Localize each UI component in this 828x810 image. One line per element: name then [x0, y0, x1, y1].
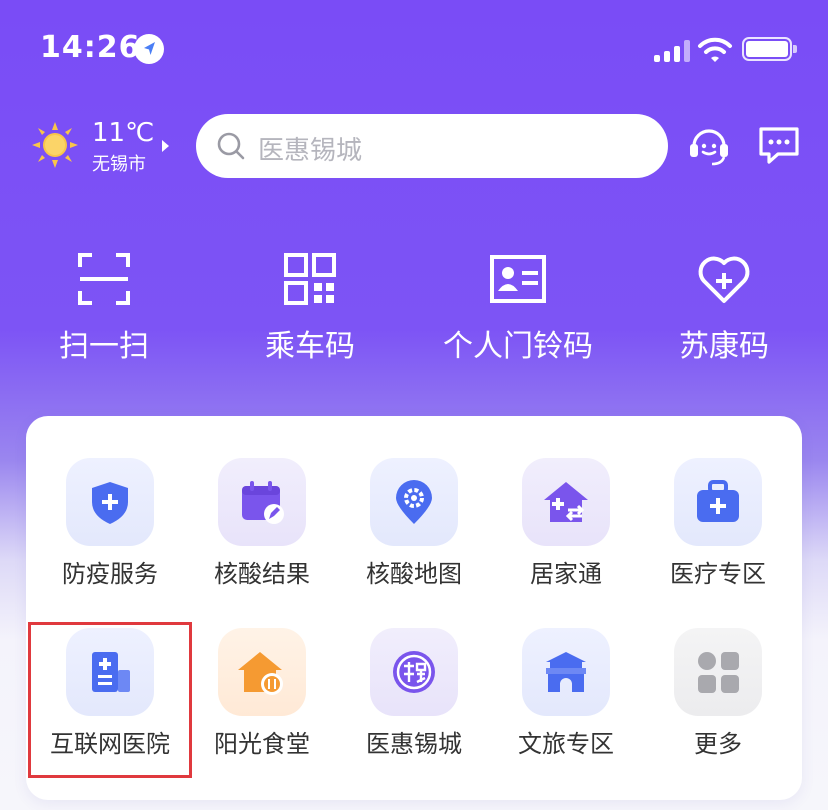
wifi-icon [697, 36, 733, 64]
search-icon [217, 132, 245, 160]
status-time: 14:26 [40, 30, 141, 65]
service-label: 防疫服务 [62, 560, 158, 588]
quick-action-label: 个人门铃码 [443, 329, 593, 364]
service-epidemic-prevention[interactable]: 防疫服务 [34, 456, 186, 616]
service-culture-tourism[interactable]: 文旅专区 [490, 626, 642, 786]
service-label: 核酸地图 [366, 560, 462, 588]
caret-right-icon [162, 140, 169, 152]
customer-service-icon[interactable] [686, 122, 732, 168]
service-medical-zone[interactable]: 医疗专区 [642, 456, 794, 616]
grid-more-icon [698, 652, 739, 693]
service-more[interactable]: 更多 [642, 626, 794, 786]
service-sunshine-canteen[interactable]: 阳光食堂 [186, 626, 338, 786]
service-label: 医疗专区 [670, 560, 766, 588]
city-gate-icon [546, 652, 586, 692]
service-label: 阳光食堂 [214, 730, 310, 758]
quick-actions: 扫一扫 乘车码 个人门铃码 苏康码 [0, 245, 828, 375]
service-test-map[interactable]: 核酸地图 [338, 456, 490, 616]
heart-plus-icon [698, 256, 750, 303]
shield-plus-icon [92, 482, 128, 524]
quick-action-label: 苏康码 [679, 329, 769, 364]
service-label: 文旅专区 [518, 730, 614, 758]
location-arrow-icon [134, 34, 164, 64]
home-plus-icon [544, 482, 588, 522]
calendar-pen-icon [242, 481, 284, 524]
cellular-signal-icon [654, 40, 690, 62]
highlight-box [28, 622, 192, 778]
scan-icon [78, 253, 130, 305]
service-label: 居家通 [530, 560, 602, 588]
quick-action-label: 扫一扫 [59, 329, 149, 364]
service-home-pass[interactable]: 居家通 [490, 456, 642, 616]
service-label: 医惠锡城 [366, 730, 462, 758]
weather-temperature: 11℃ [92, 118, 155, 148]
service-test-results[interactable]: 核酸结果 [186, 456, 338, 616]
service-label: 核酸结果 [214, 560, 310, 588]
quick-action-bus-code[interactable]: 乘车码 [210, 245, 410, 375]
quick-action-sukang-code[interactable]: 苏康码 [624, 245, 824, 375]
home-dining-icon [238, 652, 283, 695]
map-pin-gear-icon [396, 480, 432, 524]
quick-action-label: 乘车码 [265, 329, 355, 364]
quick-action-scan[interactable]: 扫一扫 [4, 245, 204, 375]
battery-icon [742, 37, 797, 61]
medical-kit-icon [697, 480, 739, 522]
search-bar[interactable]: 医惠锡城 [196, 114, 668, 178]
service-label: 更多 [694, 730, 742, 758]
message-icon[interactable] [756, 122, 802, 168]
id-card-icon [490, 255, 546, 303]
status-bar: 14:26 [0, 0, 828, 100]
service-yihui-xicheng[interactable]: 医惠锡城 [338, 626, 490, 786]
sun-icon [32, 122, 78, 168]
search-placeholder: 医惠锡城 [258, 136, 363, 166]
weather-city: 无锡市 [92, 154, 146, 175]
xi-seal-icon [393, 651, 435, 693]
quick-action-doorbell-code[interactable]: 个人门铃码 [418, 245, 618, 375]
qr-code-icon [284, 253, 336, 305]
weather-widget[interactable]: 11℃ 无锡市 [32, 118, 182, 178]
